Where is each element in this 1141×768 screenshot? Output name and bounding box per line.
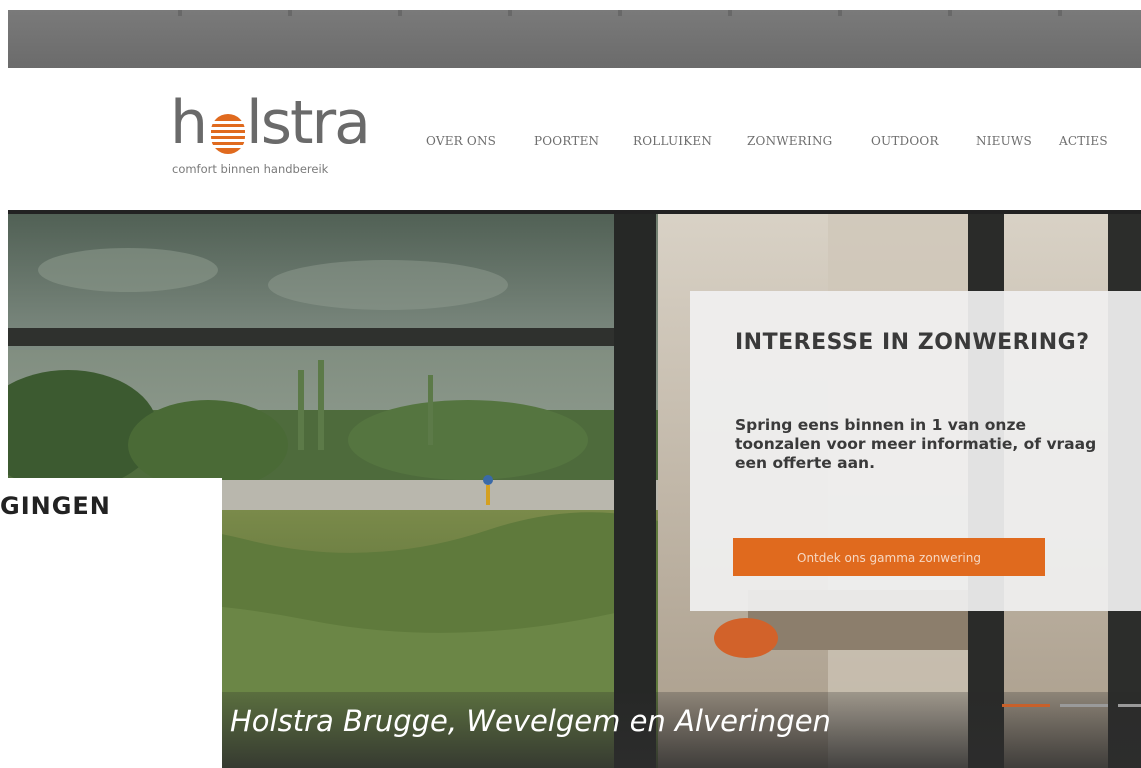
holstra-logo[interactable]: h lstra comfort binnen handbereik bbox=[170, 88, 410, 186]
cta-text: Spring eens binnen in 1 van onze toonzal… bbox=[735, 416, 1097, 472]
logo-wordmark: h lstra bbox=[170, 88, 371, 158]
nav-item-poorten[interactable]: POORTEN bbox=[534, 134, 599, 148]
overlay-window: GINGEN bbox=[0, 478, 222, 768]
slider-dot-1[interactable] bbox=[1002, 704, 1050, 707]
top-bar bbox=[0, 0, 1141, 68]
nav-item-acties[interactable]: ACTIES bbox=[1059, 134, 1108, 148]
nav-item-nieuws[interactable]: NIEUWS bbox=[976, 134, 1032, 148]
nav-item-rolluiken[interactable]: ROLLUIKEN bbox=[633, 134, 712, 148]
top-bar-strip bbox=[8, 10, 1141, 68]
top-bar-links bbox=[138, 10, 1138, 16]
slider-dot-3[interactable] bbox=[1118, 704, 1141, 707]
overlay-heading: GINGEN bbox=[0, 492, 111, 520]
nav-item-zonwering[interactable]: ZONWERING bbox=[747, 134, 832, 148]
slider-dot-2[interactable] bbox=[1060, 704, 1108, 707]
logo-tagline: comfort binnen handbereik bbox=[172, 162, 329, 176]
cta-title: INTERESSE IN ZONWERING? bbox=[735, 330, 1090, 355]
slide-caption: Holstra Brugge, Wevelgem en Alveringen bbox=[230, 704, 831, 738]
slide-caption-bar: Holstra Brugge, Wevelgem en Alveringen bbox=[222, 692, 1141, 768]
logo-blind-icon bbox=[209, 114, 247, 154]
cta-panel: INTERESSE IN ZONWERING? Spring eens binn… bbox=[690, 291, 1141, 611]
nav-item-over-ons[interactable]: OVER ONS bbox=[426, 134, 496, 148]
cta-zonwering-button[interactable]: Ontdek ons gamma zonwering bbox=[733, 538, 1045, 576]
nav-item-outdoor[interactable]: OUTDOOR bbox=[871, 134, 939, 148]
site-header: h lstra comfort binnen handbereik OVER ON… bbox=[0, 68, 1141, 210]
